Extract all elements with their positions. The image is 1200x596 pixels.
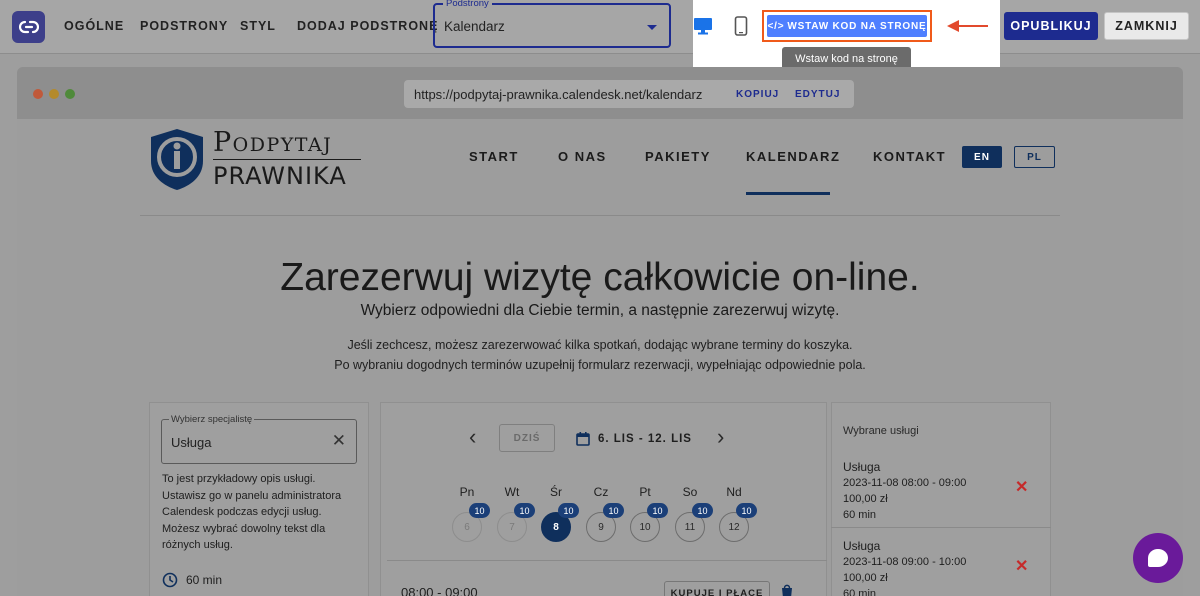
- selected-services-title: Wybrane usługi: [843, 425, 919, 437]
- date-range-label: 6. LIS - 12. LIS: [598, 432, 692, 445]
- chevron-right-icon[interactable]: ›: [717, 426, 724, 448]
- site-logo-line1: Podpytaj: [213, 127, 333, 158]
- date-range[interactable]: 6. LIS - 12. LIS: [576, 431, 692, 446]
- weekday-label: Pt: [639, 485, 651, 499]
- site-nav-packages[interactable]: PAKIETY: [645, 149, 711, 164]
- chevron-down-icon: [647, 25, 657, 30]
- remove-service-icon[interactable]: ✕: [1015, 480, 1028, 496]
- calendesk-logo-icon[interactable]: [12, 11, 45, 43]
- selected-service-price: 100,00 zł: [843, 572, 888, 584]
- shield-logo-icon: [151, 129, 203, 190]
- url-text: https://podpytaj-prawnika.calendesk.net/…: [414, 87, 703, 102]
- service-duration: 60 min: [162, 572, 222, 588]
- site-nav-about[interactable]: O NAS: [558, 149, 607, 164]
- chat-icon: [1148, 549, 1168, 567]
- slots-badge: 10: [736, 503, 757, 518]
- menu-add-subpage[interactable]: DODAJ PODSTRONĘ: [297, 19, 438, 33]
- mobile-view-icon[interactable]: [730, 15, 752, 37]
- weekday-label: Cz: [593, 485, 609, 499]
- slot-time: 08:00 - 09:00: [401, 585, 478, 596]
- publish-button[interactable]: OPUBLIKUJ: [1004, 12, 1098, 40]
- weekday-label: So: [682, 485, 698, 499]
- code-icon: </>: [767, 20, 785, 32]
- cart-icon[interactable]: [780, 583, 794, 596]
- header-divider: [140, 215, 1060, 216]
- buy-and-pay-button[interactable]: KUPUJĘ I PŁACĘ: [664, 581, 770, 596]
- selected-service-duration: 60 min: [843, 588, 877, 596]
- slots-badge: 10: [469, 503, 490, 518]
- editor-toolbar: OGÓLNE PODSTRONY STYL DODAJ PODSTRONĘ Po…: [0, 0, 1200, 54]
- site-nav-contact[interactable]: KONTAKT: [873, 149, 946, 164]
- calendar-divider: [387, 560, 827, 561]
- clock-icon: [162, 572, 178, 588]
- slots-badge: 10: [603, 503, 624, 518]
- subpage-select[interactable]: Podstrony Kalendarz: [433, 0, 671, 48]
- embed-code-button[interactable]: </> WSTAW KOD NA STRONĘ: [767, 15, 927, 37]
- specialist-select[interactable]: Wybierz specjalistę Usługa ✕: [161, 414, 357, 464]
- weekday-label: Wt: [504, 485, 520, 499]
- site-logo[interactable]: Podpytaj PRAWNIKA: [147, 125, 367, 193]
- browser-preview: https://podpytaj-prawnika.calendesk.net/…: [17, 67, 1183, 596]
- site-nav-calendar[interactable]: KALENDARZ: [746, 149, 840, 164]
- site-page: Podpytaj PRAWNIKA START O NAS PAKIETY KA…: [17, 119, 1183, 596]
- window-close-dot: [33, 89, 43, 99]
- embed-code-label: WSTAW KOD NA STRONĘ: [787, 20, 927, 32]
- pointer-arrow-line: [958, 25, 988, 27]
- menu-subpages[interactable]: PODSTRONY: [140, 19, 228, 33]
- selected-service-name: Usługa: [843, 460, 881, 474]
- site-logo-line2: PRAWNIKA: [213, 162, 347, 190]
- selected-service-item: Usługa 2023-11-08 08:00 - 09:00 100,00 z…: [831, 452, 1051, 528]
- selected-service-datetime: 2023-11-08 08:00 - 09:00: [843, 477, 967, 489]
- subpage-select-value: Kalendarz: [444, 19, 505, 34]
- selected-service-datetime: 2023-11-08 09:00 - 10:00: [843, 556, 967, 568]
- weekday-label: Nd: [726, 485, 742, 499]
- slots-badge: 10: [514, 503, 535, 518]
- slots-badge: 10: [558, 503, 579, 518]
- selected-service-name: Usługa: [843, 539, 881, 553]
- menu-style[interactable]: STYL: [240, 19, 276, 33]
- chevron-left-icon[interactable]: ‹: [469, 426, 476, 448]
- service-description: To jest przykładowy opis usługi. Ustawis…: [162, 473, 342, 551]
- remove-service-icon[interactable]: ✕: [1015, 559, 1028, 575]
- menu-general[interactable]: OGÓLNE: [64, 19, 124, 33]
- slots-badge: 10: [692, 503, 713, 518]
- lang-en-button[interactable]: EN: [962, 146, 1002, 168]
- slots-badge: 10: [647, 503, 668, 518]
- specialist-select-legend: Wybierz specjalistę: [169, 414, 255, 425]
- weekday-label: Śr: [550, 485, 562, 499]
- site-nav-active-indicator: [746, 192, 830, 195]
- hero-title: Zarezerwuj wizytę całkowicie on-line.: [280, 256, 920, 299]
- window-minimize-dot: [49, 89, 59, 99]
- hero-info-line1: Jeśli zechcesz, możesz zarezerwować kilk…: [347, 338, 853, 352]
- desktop-view-icon[interactable]: [692, 15, 714, 37]
- calendar-icon: [576, 432, 590, 446]
- lang-pl-button[interactable]: PL: [1014, 146, 1055, 168]
- specialist-select-value: Usługa: [171, 435, 212, 450]
- window-maximize-dot: [65, 89, 75, 99]
- today-button[interactable]: DZIŚ: [499, 424, 555, 452]
- site-nav-start[interactable]: START: [469, 149, 519, 164]
- browser-bar: https://podpytaj-prawnika.calendesk.net/…: [17, 67, 1183, 119]
- weekday-label: Pn: [459, 485, 475, 499]
- edit-url-button[interactable]: EDYTUJ: [795, 89, 840, 100]
- hero-info-line2: Po wybraniu dogodnych terminów uzupełnij…: [334, 358, 866, 372]
- chat-widget-button[interactable]: [1133, 533, 1183, 583]
- copy-url-button[interactable]: KOPIUJ: [736, 89, 779, 100]
- hero-subtitle: Wybierz odpowiedni dla Ciebie termin, a …: [360, 302, 840, 319]
- close-button[interactable]: ZAMKNIJ: [1104, 12, 1189, 40]
- url-bar: https://podpytaj-prawnika.calendesk.net/…: [404, 80, 854, 108]
- close-icon[interactable]: ✕: [332, 432, 346, 449]
- service-duration-value: 60 min: [186, 573, 223, 587]
- subpage-select-legend: Podstrony: [443, 0, 492, 9]
- site-logo-rule: [213, 159, 361, 160]
- selected-service-duration: 60 min: [843, 509, 877, 521]
- selected-service-price: 100,00 zł: [843, 493, 888, 505]
- selected-service-item: Usługa 2023-11-08 09:00 - 10:00 100,00 z…: [831, 529, 1051, 596]
